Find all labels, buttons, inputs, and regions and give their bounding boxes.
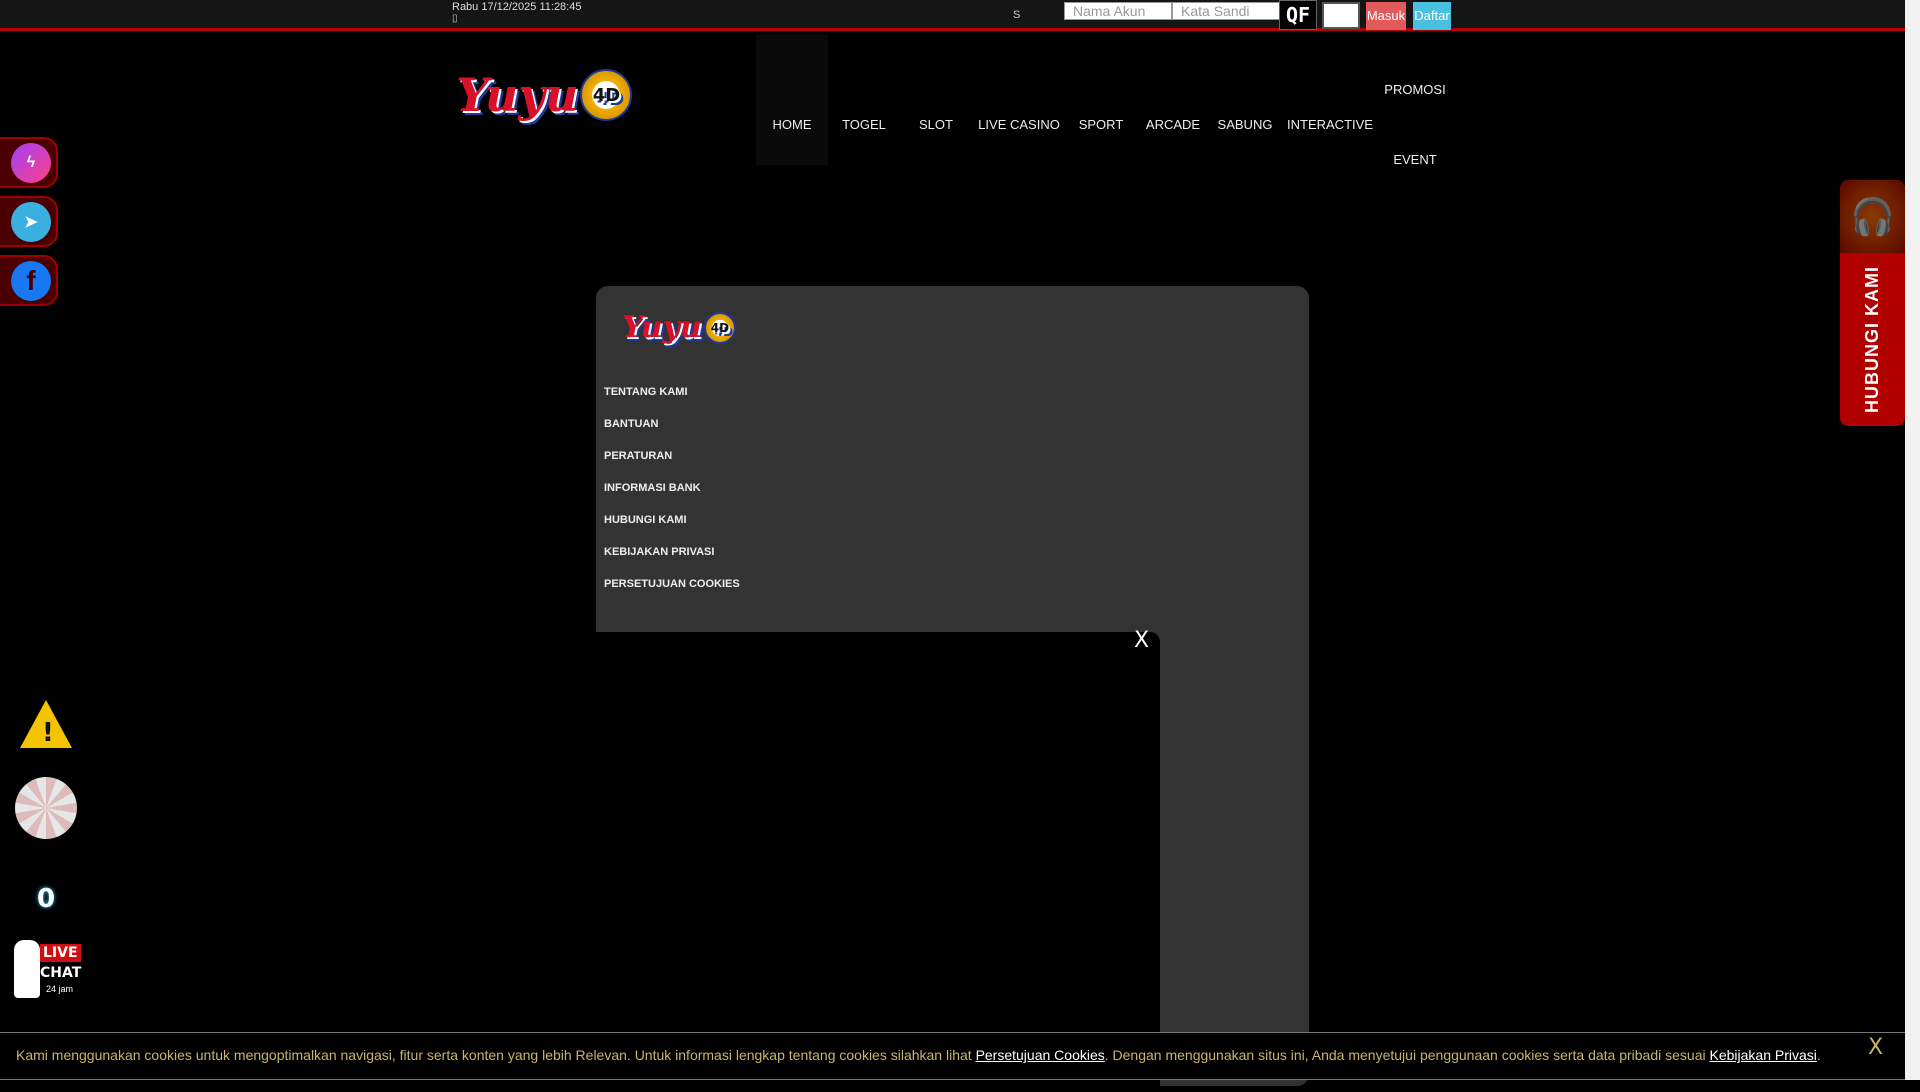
headset-icon: 🎧 [1840,180,1905,253]
nav-interactive[interactable]: INTERACTIVE [1287,117,1373,132]
menu-peraturan[interactable]: PERATURAN [604,450,672,462]
telegram-button[interactable]: ➤ [0,196,58,247]
facebook-icon: f [11,260,51,301]
cookie-text-3: . [1816,1047,1821,1063]
messenger-button[interactable]: ϟ [0,137,58,188]
login-button[interactable]: Masuk [1366,2,1406,30]
password-input[interactable]: Kata Sandi [1172,2,1280,20]
username-input[interactable]: Nama Akun [1064,2,1172,20]
menu-hubungi-kami[interactable]: HUBUNGI KAMI [604,514,687,526]
cookie-text: Kami menggunakan cookies untuk mengoptim… [16,1047,1821,1063]
register-button[interactable]: Daftar [1413,2,1451,30]
logo-ball: 4D [580,69,633,121]
menu-bantuan[interactable]: BANTUAN [604,418,658,430]
telegram-icon: ➤ [11,201,51,242]
panel-logo: Yuyu 4D [622,310,736,345]
nav-home[interactable]: HOME [773,117,812,132]
menu-tentang-kami[interactable]: TENTANG KAMI [604,386,688,398]
live-label: LIVE [40,944,81,962]
s-label: S [1013,9,1021,21]
lucky-wheel-icon[interactable] [15,777,77,839]
popup-box [596,632,1160,1092]
nav-sabung[interactable]: SABUNG [1218,117,1273,132]
cookie-text-2: . Dengan menggunakan situs ini, Anda men… [1104,1047,1710,1063]
privacy-policy-link[interactable]: Kebijakan Privasi [1710,1047,1817,1063]
nav-sport[interactable]: SPORT [1079,117,1124,132]
popup-close-button[interactable]: X [1134,628,1149,653]
logo[interactable]: Yuyu 4D [456,68,633,122]
menu-informasi-bank[interactable]: INFORMASI BANK [604,482,701,494]
nav-live-casino[interactable]: LIVE CASINO [978,117,1060,132]
logo-text: Yuyu [622,310,702,345]
logo-ball: 4D [703,311,736,344]
contact-us-label: HUBUNGI KAMI [1862,266,1882,413]
cookie-banner: Kami menggunakan cookies untuk mengoptim… [0,1032,1905,1080]
live-chat-button[interactable]: LIVE CHAT 24 jam [14,936,82,1000]
lucky-cat-icon [14,940,40,998]
contact-us-tab[interactable]: 🎧 HUBUNGI KAMI [1840,180,1905,426]
hours-label: 24 jam [46,984,74,994]
menu-persetujuan-cookies[interactable]: PERSETUJUAN COOKIES [604,578,740,590]
nav-arcade[interactable]: ARCADE [1146,117,1200,132]
nav-promosi[interactable]: PROMOSI [1384,82,1445,97]
top-bar [0,0,1905,31]
messenger-icon: ϟ [11,142,51,183]
nav-home-highlight [756,34,828,165]
nav-slot[interactable]: SLOT [919,117,953,132]
cookie-close-button[interactable]: X [1868,1035,1883,1060]
warning-mark: ! [42,718,54,748]
scrollbar[interactable] [1905,0,1920,1080]
nav-togel[interactable]: TOGEL [842,117,886,132]
nav-event[interactable]: EVENT [1393,152,1436,167]
datetime: Rabu 17/12/2025 11:28:45 [452,1,582,13]
cookie-consent-link[interactable]: Persetujuan Cookies [976,1047,1105,1063]
glyph: ▯ [452,13,458,24]
cookie-text-1: Kami menggunakan cookies untuk mengoptim… [16,1047,976,1063]
captcha-input[interactable] [1322,2,1360,29]
chat-label: CHAT [40,965,82,981]
facebook-button[interactable]: f [0,255,58,306]
menu-kebijakan-privasi[interactable]: KEBIJAKAN PRIVASI [604,546,714,558]
captcha-image: QF [1279,0,1317,30]
logo-text: Yuyu [456,68,579,122]
counter: 0 [37,884,56,914]
